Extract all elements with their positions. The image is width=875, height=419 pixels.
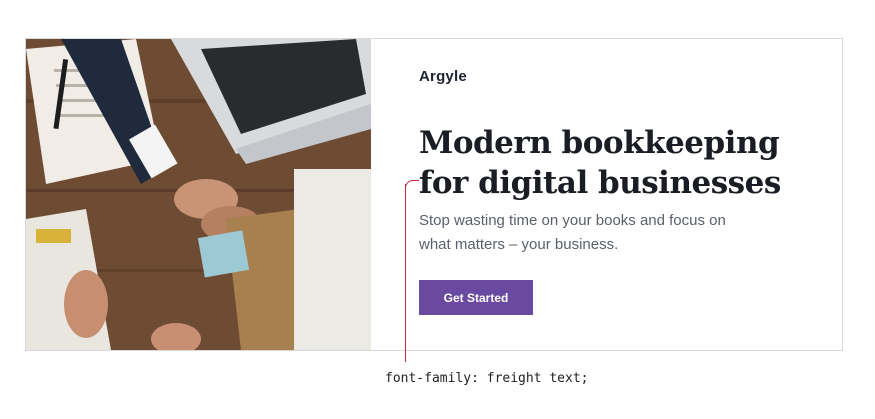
headline-line-2: for digital businesses xyxy=(419,165,781,201)
callout-line xyxy=(405,184,406,362)
callout-hook xyxy=(405,180,419,190)
hero-photo xyxy=(26,39,371,350)
hero-subtext: Stop wasting time on your books and focu… xyxy=(419,212,726,253)
hero-headline: Modern bookkeeping for digital businesse… xyxy=(419,123,781,203)
hero-card: Argyle Modern bookkeeping for digital bu… xyxy=(25,38,843,351)
brand-name: Argyle xyxy=(419,68,467,85)
get-started-button[interactable]: Get Started xyxy=(419,280,533,315)
headline-line-1: Modern bookkeeping xyxy=(419,125,780,161)
font-annotation-caption: font-family: freight text; xyxy=(385,371,589,386)
hero-content: Argyle Modern bookkeeping for digital bu… xyxy=(419,39,842,350)
handshake-photo-illustration xyxy=(26,39,371,350)
